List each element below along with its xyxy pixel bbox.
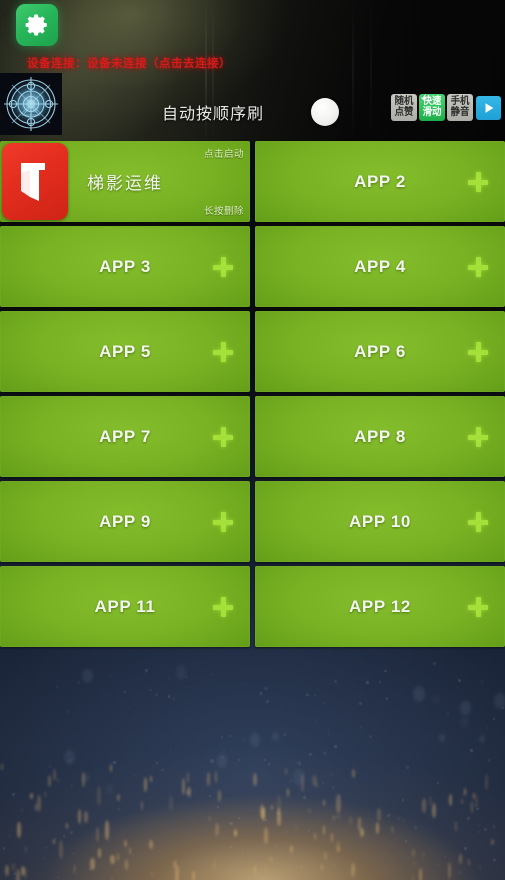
app-tile-label: APP 12: [349, 596, 411, 616]
long-press-delete-hint: 长按删除: [203, 206, 244, 217]
fast-swipe-chip[interactable]: ✓ 快速 滑动: [419, 94, 445, 121]
add-app-plus-icon[interactable]: [467, 596, 489, 618]
header-bar: 设备连接：设备未连接（点击去连接） 自动按顺序刷 随机 点赞 ✓ 快速 滑动 手…: [0, 0, 505, 141]
app-tile[interactable]: APP 12: [255, 566, 505, 647]
add-app-plus-icon[interactable]: [467, 171, 489, 193]
compass-emblem-icon: [0, 73, 62, 135]
app-tile-label: 梯影运维: [87, 174, 163, 193]
app-tile[interactable]: APP 3: [0, 226, 250, 307]
phone-mute-chip[interactable]: 手机 静音: [447, 94, 473, 121]
app-tile-label: APP 3: [99, 256, 151, 276]
app-root: 设备连接：设备未连接（点击去连接） 自动按顺序刷 随机 点赞 ✓ 快速 滑动 手…: [0, 0, 505, 880]
app-tile[interactable]: APP 4: [255, 226, 505, 307]
add-app-plus-icon[interactable]: [212, 426, 234, 448]
app-tile[interactable]: APP 10: [255, 481, 505, 562]
app-tile-label: APP 10: [349, 511, 411, 531]
random-like-chip[interactable]: 随机 点赞: [391, 94, 417, 121]
add-app-plus-icon[interactable]: [212, 596, 234, 618]
add-app-plus-icon[interactable]: [467, 511, 489, 533]
app-tile-label: APP 7: [99, 426, 151, 446]
app-tile[interactable]: APP 6: [255, 311, 505, 392]
app-tile-label: APP 9: [99, 511, 151, 531]
phone-mute-chip-line2: 静音: [450, 106, 470, 118]
auto-run-toggle[interactable]: [311, 98, 339, 126]
add-app-plus-icon[interactable]: [467, 426, 489, 448]
app-tile-grid: 点击启动长按删除 梯影运维 APP 2 APP 3 APP 4 APP 5 APP 6 APP…: [0, 141, 505, 647]
app-tile[interactable]: 点击启动长按删除 梯影运维: [0, 141, 250, 222]
app-tile[interactable]: APP 9: [0, 481, 250, 562]
connection-status-text[interactable]: 设备连接：设备未连接（点击去连接）: [27, 55, 231, 71]
app-tile-label: APP 8: [354, 426, 406, 446]
play-icon: [482, 101, 496, 115]
add-app-plus-icon[interactable]: [212, 511, 234, 533]
app-tile[interactable]: APP 5: [0, 311, 250, 392]
add-app-plus-icon[interactable]: [467, 341, 489, 363]
fast-swipe-chip-line2: 滑动: [422, 106, 442, 118]
t-shield-icon: [2, 143, 68, 220]
tap-to-launch-hint: 点击启动: [203, 149, 244, 160]
settings-button[interactable]: [16, 4, 58, 46]
app-tile-label: APP 5: [99, 341, 151, 361]
random-like-chip-line2: 点赞: [394, 106, 414, 118]
app-tile-label: APP 2: [354, 171, 406, 191]
add-app-plus-icon[interactable]: [467, 256, 489, 278]
app-tile-label: APP 6: [354, 341, 406, 361]
app-tile[interactable]: APP 2: [255, 141, 505, 222]
app-tile[interactable]: APP 7: [0, 396, 250, 477]
app-tile[interactable]: APP 11: [0, 566, 250, 647]
mode-label: 自动按顺序刷: [162, 106, 265, 123]
play-button[interactable]: [476, 95, 501, 120]
option-chip-group: 随机 点赞 ✓ 快速 滑动 手机 静音: [391, 94, 501, 121]
app-tile[interactable]: APP 8: [255, 396, 505, 477]
add-app-plus-icon[interactable]: [212, 256, 234, 278]
app-tile-label: APP 11: [94, 596, 156, 616]
app-tile-label: APP 4: [354, 256, 406, 276]
add-app-plus-icon[interactable]: [212, 341, 234, 363]
gear-icon: [24, 12, 50, 38]
